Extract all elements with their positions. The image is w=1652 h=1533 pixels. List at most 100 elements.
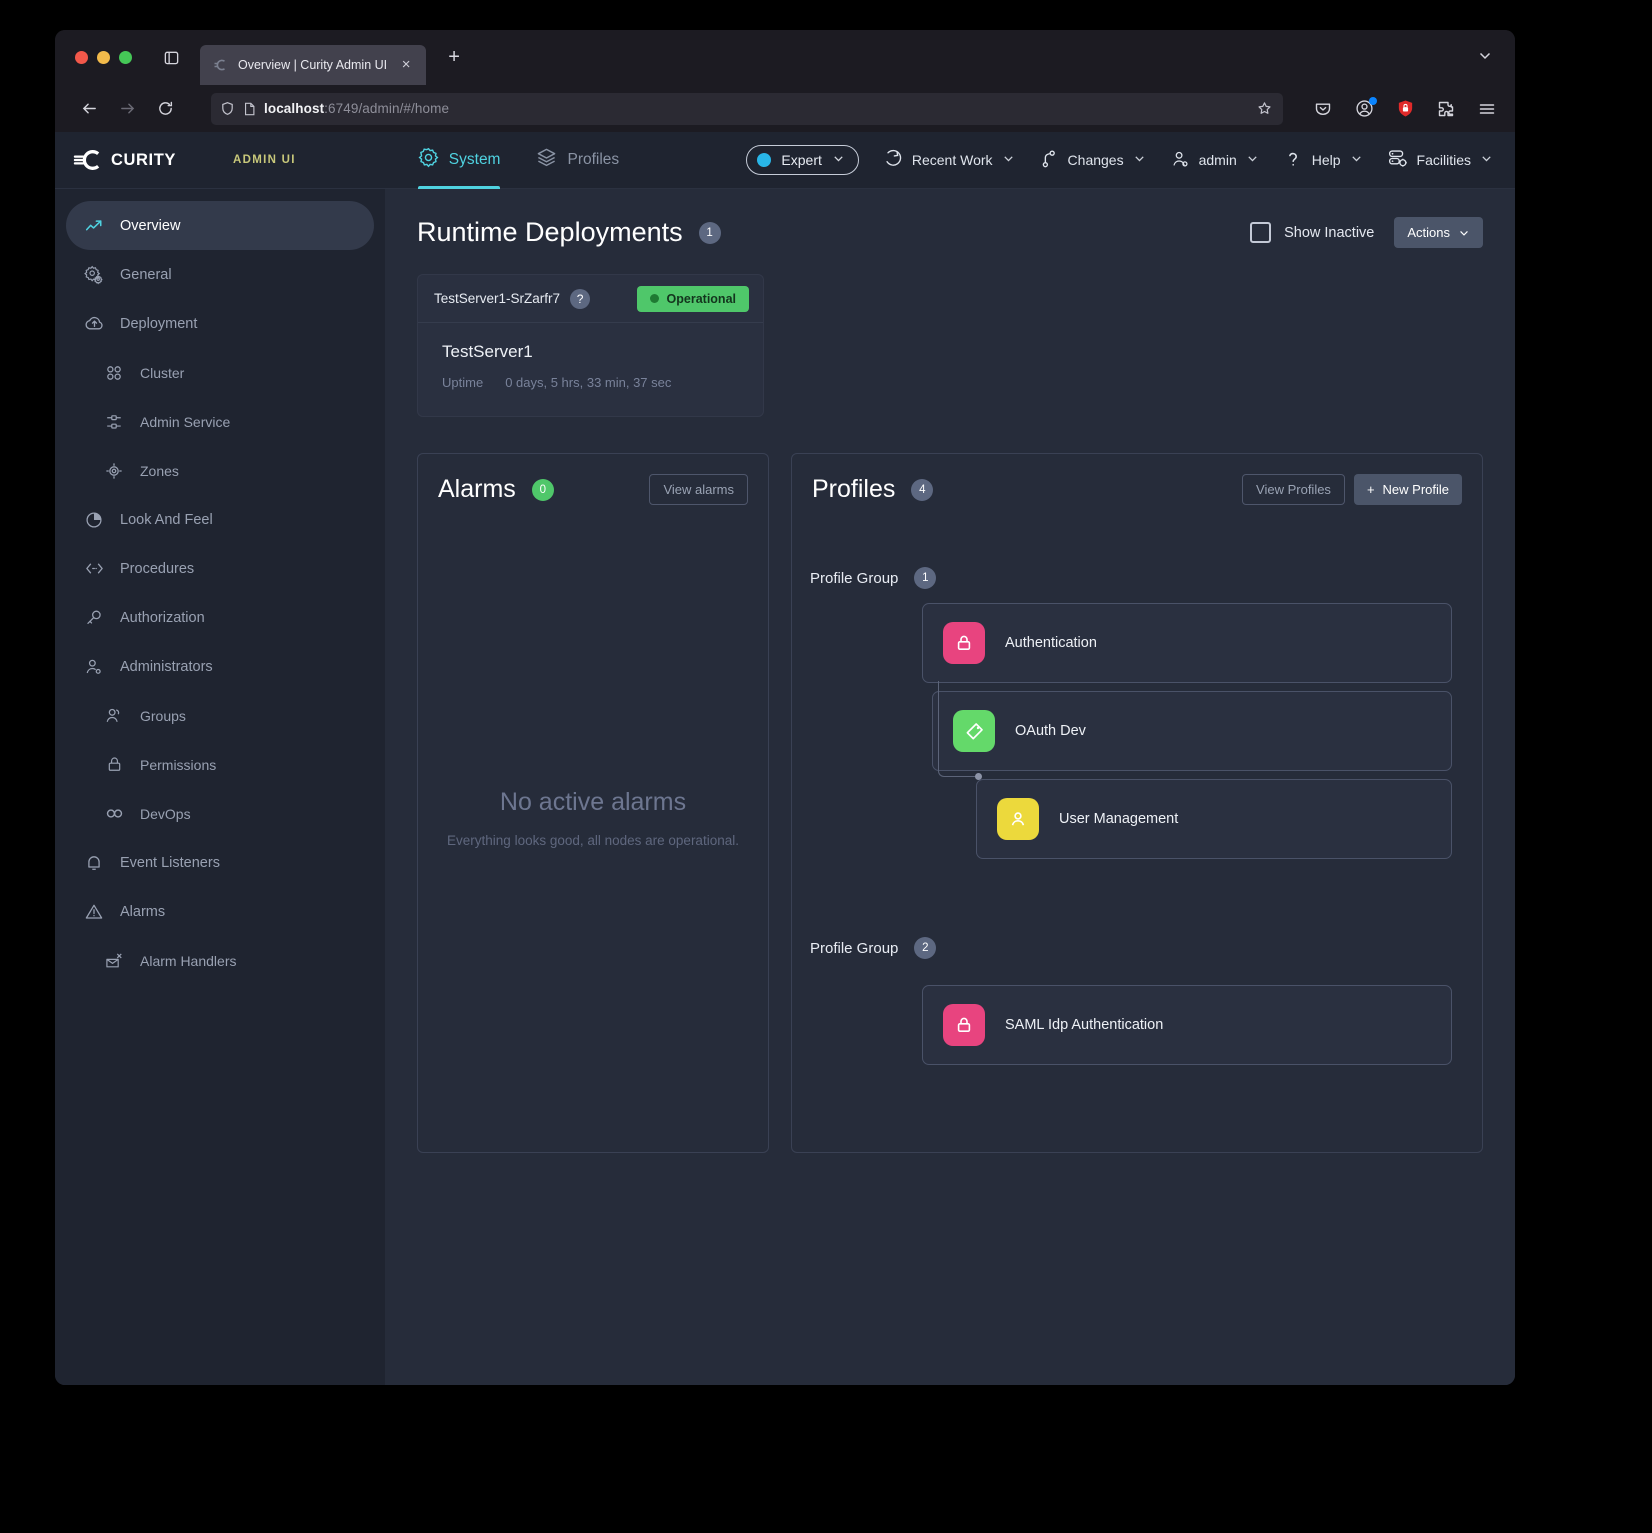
- user-icon: [1170, 149, 1190, 172]
- target-icon: [103, 461, 125, 481]
- curity-logo-icon: [73, 150, 100, 170]
- close-tab-icon[interactable]: ×: [396, 55, 416, 75]
- sidebar-item-groups[interactable]: Groups: [66, 691, 374, 740]
- url-text: localhost:6749/admin/#/home: [264, 101, 1249, 116]
- alarms-empty-subtitle: Everything looks good, all nodes are ope…: [447, 832, 739, 848]
- app-menu-icon[interactable]: [1472, 94, 1502, 124]
- app-header: CURITY ADMIN UI System Profiles Expert R…: [55, 132, 1515, 189]
- profile-card[interactable]: OAuth Dev: [932, 691, 1452, 771]
- brand-logo[interactable]: CURITY: [73, 148, 201, 172]
- back-button[interactable]: [73, 92, 106, 125]
- actions-button-label: Actions: [1407, 225, 1450, 240]
- actions-button[interactable]: Actions: [1394, 217, 1483, 248]
- browser-tab[interactable]: Overview | Curity Admin UI ×: [200, 44, 427, 85]
- sidebar-item-permissions[interactable]: Permissions: [66, 740, 374, 789]
- bookmark-star-icon[interactable]: [1257, 101, 1272, 116]
- lock-icon: [943, 1004, 985, 1046]
- page-title: Runtime Deployments: [417, 217, 683, 247]
- list-all-tabs-icon[interactable]: [1477, 47, 1493, 68]
- user-menu[interactable]: admin: [1170, 149, 1259, 172]
- profile-group-label: Profile Group: [810, 569, 899, 587]
- account-icon[interactable]: [1349, 94, 1379, 124]
- sidebar-item-alarm-handlers[interactable]: Alarm Handlers: [66, 936, 374, 985]
- tab-system-label: System: [448, 151, 501, 168]
- admin-ui-label: ADMIN UI: [233, 154, 296, 166]
- facilities-menu[interactable]: Facilities: [1387, 148, 1493, 172]
- profile-group-row: Profile Group 1: [810, 567, 1452, 589]
- sidebar-item-deployment[interactable]: Deployment: [66, 299, 374, 348]
- sidebar-item-general[interactable]: General: [66, 250, 374, 299]
- help-label: Help: [1311, 152, 1341, 168]
- show-inactive-toggle[interactable]: Show Inactive: [1250, 222, 1374, 243]
- chevron-down-icon: [1460, 230, 1468, 236]
- deployment-card[interactable]: TestServer1-SrZarfr7 ? Operational TestS…: [417, 274, 764, 417]
- sidebar-item-administrators[interactable]: Administrators: [66, 642, 374, 691]
- view-alarms-button[interactable]: View alarms: [649, 474, 748, 505]
- close-window-button[interactable]: [75, 51, 88, 64]
- curity-admin-app: CURITY ADMIN UI System Profiles Expert R…: [55, 132, 1515, 1385]
- profile-name: User Management: [1059, 811, 1179, 827]
- browser-sidebar-toggle-icon[interactable]: [154, 43, 188, 73]
- sidebar-item-look-and-feel[interactable]: Look And Feel: [66, 495, 374, 544]
- uptime-row: Uptime 0 days, 5 hrs, 33 min, 37 sec: [442, 375, 739, 390]
- app-body: Overview General Deployment Cluster Admi…: [55, 189, 1515, 1385]
- sidebar-item-alarms[interactable]: Alarms: [66, 887, 374, 936]
- minimize-window-button[interactable]: [97, 51, 110, 64]
- new-profile-button[interactable]: + New Profile: [1353, 474, 1462, 505]
- view-profiles-button[interactable]: View Profiles: [1242, 474, 1345, 505]
- sidebar-item-zones[interactable]: Zones: [66, 446, 374, 495]
- expert-mode-selector[interactable]: Expert: [746, 145, 859, 175]
- extensions-icon[interactable]: [1431, 94, 1461, 124]
- sidebar-item-label: Cluster: [140, 364, 185, 381]
- sidebar-item-cluster[interactable]: Cluster: [66, 348, 374, 397]
- tab-profiles[interactable]: Profiles: [536, 132, 619, 189]
- status-badge: Operational: [636, 285, 749, 312]
- forward-button[interactable]: [111, 92, 144, 125]
- key-icon: [83, 608, 105, 628]
- new-tab-button[interactable]: +: [439, 43, 469, 73]
- changes-menu[interactable]: Changes: [1039, 149, 1146, 172]
- profiles-title: Profiles: [812, 475, 896, 503]
- tab-system[interactable]: System: [417, 132, 501, 189]
- user-gear-icon: [83, 657, 105, 677]
- tree-connector-line: [938, 681, 978, 777]
- deployment-card-header: TestServer1-SrZarfr7 ? Operational: [418, 275, 763, 323]
- profile-group-label: Profile Group: [810, 939, 899, 957]
- profile-group-1-items: Authentication OAuth Dev User Management: [810, 603, 1452, 859]
- profile-card[interactable]: Authentication: [922, 603, 1452, 683]
- status-dot-icon: [649, 294, 659, 303]
- window-controls[interactable]: [75, 51, 132, 64]
- profiles-count-badge: 4: [911, 478, 934, 501]
- extension-shield-icon[interactable]: [1390, 94, 1420, 124]
- url-bar[interactable]: localhost:6749/admin/#/home: [211, 92, 1283, 125]
- help-icon[interactable]: ?: [570, 288, 591, 309]
- show-inactive-checkbox[interactable]: [1250, 222, 1272, 243]
- chevron-down-icon: [1002, 152, 1015, 168]
- recent-work-menu[interactable]: Recent Work: [883, 149, 1015, 172]
- infinity-icon: [103, 803, 125, 824]
- sidebar-item-admin-service[interactable]: Admin Service: [66, 397, 374, 446]
- tab-profiles-label: Profiles: [567, 151, 620, 168]
- chevron-down-icon: [1480, 152, 1493, 168]
- sidebar-item-procedures[interactable]: Procedures: [66, 544, 374, 593]
- profile-card[interactable]: User Management: [976, 779, 1452, 859]
- facilities-label: Facilities: [1416, 152, 1471, 168]
- sidebar-item-label: Look And Feel: [120, 511, 213, 528]
- save-to-pocket-icon[interactable]: [1308, 94, 1338, 124]
- users-icon: [103, 706, 125, 726]
- sidebar-item-label: Event Listeners: [120, 854, 220, 871]
- deployments-count-badge: 1: [698, 221, 721, 244]
- profile-card[interactable]: SAML Idp Authentication: [922, 985, 1452, 1065]
- gear-icon: [418, 147, 439, 173]
- help-menu[interactable]: Help: [1283, 149, 1363, 172]
- maximize-window-button[interactable]: [119, 51, 132, 64]
- profiles-tree: Profile Group 1 Authentication OAuth Dev…: [792, 523, 1482, 1065]
- sidebar-item-devops[interactable]: DevOps: [66, 789, 374, 838]
- sidebar-item-event-listeners[interactable]: Event Listeners: [66, 838, 374, 887]
- page-header: Runtime Deployments 1 Show Inactive Acti…: [417, 217, 1483, 248]
- url-path: :6749/admin/#/home: [324, 101, 450, 116]
- sidebar-item-overview[interactable]: Overview: [66, 201, 374, 250]
- sidebar-item-authorization[interactable]: Authorization: [66, 593, 374, 642]
- reload-button[interactable]: [149, 92, 182, 125]
- sidebar-item-label: Procedures: [120, 560, 195, 577]
